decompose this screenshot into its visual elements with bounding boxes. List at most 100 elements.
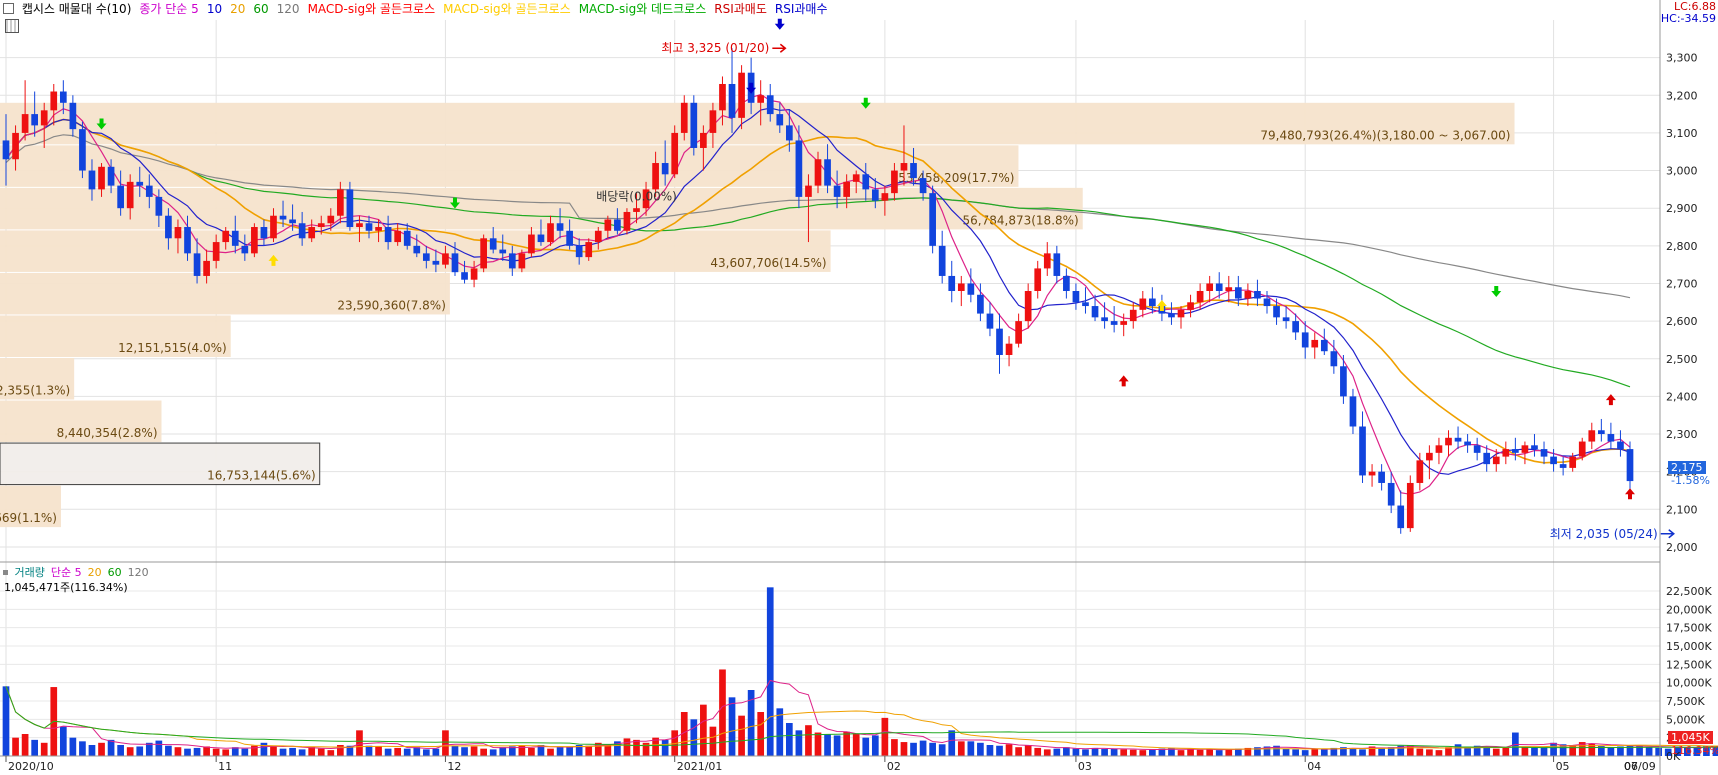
legend-item-2[interactable]: 10 (207, 2, 222, 16)
menu-icon[interactable] (3, 3, 14, 14)
volume-bar (1120, 749, 1128, 756)
volume-bar (967, 741, 975, 756)
volume-bar (270, 746, 277, 756)
candle-body (12, 132, 19, 160)
candle-body (231, 230, 239, 246)
legend-item-1[interactable]: 단순 5 (51, 566, 82, 579)
candle-body (384, 227, 392, 243)
volume-bar (757, 712, 765, 756)
volume-bar (98, 742, 105, 756)
volume-bar (1311, 749, 1319, 756)
signal-buy-icon (1625, 488, 1635, 500)
legend-item-10[interactable]: RSI과매수 (775, 2, 828, 16)
volume-legend: 거래량 단순 5 20 60 120 (15, 566, 155, 579)
volume-bar (1110, 748, 1118, 756)
volume-summary: 1,045,471주(116.34%) (4, 581, 128, 594)
volume-bar (174, 747, 182, 756)
legend-item-4[interactable]: 120 (128, 566, 149, 579)
candle-body (766, 95, 774, 115)
candle-body (1110, 321, 1118, 325)
candle-body (1063, 275, 1070, 291)
volume-bar (193, 747, 201, 756)
volume-bar (432, 748, 440, 756)
price-tick-label: 2,400 (1666, 390, 1698, 403)
volume-bar (700, 704, 707, 756)
candle-body (413, 245, 421, 254)
volume-bar (59, 726, 67, 756)
candle-body (1416, 460, 1424, 483)
candle-body (461, 272, 468, 280)
candle-body (155, 196, 163, 216)
time-tick-label: 04 (1307, 760, 1321, 773)
signal-buy-icon (1118, 375, 1129, 387)
candle-body (480, 238, 487, 269)
candle-body (1273, 306, 1280, 318)
candle-body (1387, 482, 1395, 506)
price-tick-label: 2,700 (1666, 277, 1698, 290)
candle-body (1311, 339, 1319, 348)
volume-bar (881, 717, 889, 756)
legend-item-8[interactable]: MACD-sig와 데드크로스 (579, 2, 707, 16)
volume-bar (470, 746, 478, 756)
legend-item-6[interactable]: MACD-sig와 골든크로스 (308, 2, 436, 16)
legend-item-2[interactable]: 20 (88, 566, 102, 579)
profile-label: 43,607,706(14.5%) (710, 256, 826, 270)
volume-bar (1569, 745, 1577, 756)
candle-body (1426, 452, 1433, 461)
volume-bar (413, 747, 421, 756)
candle-body (757, 95, 765, 103)
volume-bar (1378, 747, 1385, 756)
volume-bar (547, 748, 554, 756)
volume-tick-label: 5,000K (1666, 713, 1705, 726)
candle-body (566, 230, 573, 246)
volume-bar (948, 730, 956, 756)
volume-grid (0, 590, 1660, 757)
candle-body (1521, 445, 1529, 453)
volume-bar (365, 745, 373, 756)
candle-body (1024, 291, 1032, 322)
candle-body (31, 114, 39, 126)
candle-body (1569, 456, 1577, 468)
candle-body (1168, 313, 1175, 318)
profile-label: 3,205,669(1.1%) (0, 511, 57, 525)
candle-body (1015, 321, 1022, 344)
volume-bar (327, 750, 335, 756)
volume-bar (785, 723, 793, 756)
legend-item-9[interactable]: RSI과매도 (714, 2, 767, 16)
candle-body (1034, 268, 1042, 291)
candle-body (1617, 441, 1624, 450)
volume-header: 거래량 단순 5 20 60 120 (0, 564, 161, 580)
volume-bar (184, 748, 191, 756)
legend-item-3[interactable]: 20 (230, 2, 245, 16)
legend-item-5[interactable]: 120 (277, 2, 300, 16)
volume-bar (910, 742, 917, 756)
candle-body (451, 253, 459, 273)
volume-moving-averages (5, 679, 1718, 751)
candle-body (1292, 321, 1299, 333)
candle-body (337, 189, 344, 216)
grid-toggle-icon[interactable] (5, 19, 19, 33)
candle-body (795, 140, 803, 197)
legend-item-0[interactable]: 거래량 (15, 566, 45, 579)
candle-body (1340, 366, 1347, 397)
volume-bar (499, 747, 507, 756)
volume-bar (451, 745, 459, 756)
volume-bar (623, 738, 631, 756)
price-tick-label: 2,000 (1666, 541, 1698, 554)
volume-bar (1349, 748, 1357, 756)
volume-bar (709, 726, 717, 756)
volume-menu-icon[interactable] (3, 570, 8, 575)
legend-item-0[interactable]: 캡시스 매물대 수(10) (22, 2, 132, 16)
volume-bar (1454, 744, 1462, 756)
legend-item-4[interactable]: 60 (253, 2, 268, 16)
stock-chart[interactable]: 79,480,793(26.4%)(3,180.00 ~ 3,067.00)53… (0, 0, 1718, 775)
legend-item-3[interactable]: 60 (108, 566, 122, 579)
candle-body (623, 211, 631, 231)
volume-bar (1149, 749, 1156, 756)
legend-item-1[interactable]: 종가 단순 5 (139, 2, 198, 16)
volume-tick-label: 12,500K (1666, 658, 1712, 671)
legend-item-7[interactable]: MACD-sig와 골든크로스 (443, 2, 571, 16)
volume-bar (805, 725, 812, 756)
candle-body (518, 253, 526, 269)
volume-bar (1550, 742, 1557, 756)
